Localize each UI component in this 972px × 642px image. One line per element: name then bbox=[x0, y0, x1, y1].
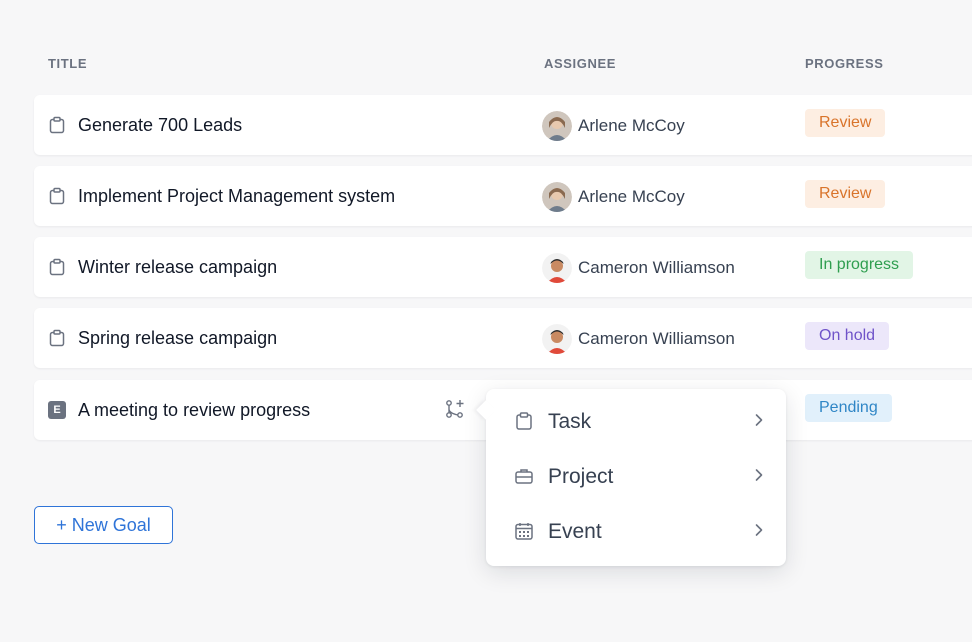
clipboard-icon bbox=[49, 329, 65, 347]
chevron-right-icon bbox=[755, 414, 763, 426]
clipboard-icon bbox=[49, 258, 65, 276]
avatar bbox=[542, 182, 572, 212]
assignee-name: Cameron Williamson bbox=[578, 258, 735, 277]
column-header-title: TITLE bbox=[48, 56, 88, 71]
new-goal-button[interactable]: + New Goal bbox=[34, 506, 173, 544]
goal-title[interactable]: Generate 700 Leads bbox=[78, 115, 242, 136]
assignee[interactable]: Cameron Williamson bbox=[542, 253, 735, 283]
goal-title[interactable]: Winter release campaign bbox=[78, 257, 277, 278]
add-subgoal-icon[interactable] bbox=[444, 398, 466, 420]
status-badge[interactable]: Review bbox=[805, 180, 886, 208]
menu-item-label: Project bbox=[548, 465, 614, 488]
goal-row[interactable]: Spring release campaign Cameron Williams… bbox=[34, 308, 972, 368]
assignee-name: Cameron Williamson bbox=[578, 329, 735, 348]
status-badge[interactable]: Review bbox=[805, 109, 886, 137]
clipboard-icon bbox=[516, 412, 532, 430]
avatar bbox=[542, 324, 572, 354]
status-badge[interactable]: On hold bbox=[805, 322, 890, 350]
goal-title[interactable]: Spring release campaign bbox=[78, 328, 277, 349]
assignee-name: Arlene McCoy bbox=[578, 116, 685, 135]
goal-title[interactable]: Implement Project Management system bbox=[78, 186, 395, 207]
assignee[interactable]: Arlene McCoy bbox=[542, 111, 685, 141]
assignee[interactable]: Cameron Williamson bbox=[542, 324, 735, 354]
menu-item-task[interactable]: Task bbox=[486, 393, 786, 447]
column-header-progress: PROGRESS bbox=[805, 56, 884, 71]
menu-item-label: Task bbox=[548, 410, 592, 433]
clipboard-icon bbox=[49, 116, 65, 134]
calendar-icon bbox=[515, 523, 533, 540]
avatar bbox=[542, 111, 572, 141]
column-header-assignee: ASSIGNEE bbox=[544, 56, 616, 71]
goal-title[interactable]: A meeting to review progress bbox=[78, 400, 310, 421]
briefcase-icon bbox=[515, 469, 533, 484]
clipboard-icon bbox=[49, 187, 65, 205]
menu-item-project[interactable]: Project bbox=[486, 448, 786, 502]
goal-row[interactable]: Implement Project Management system Arle… bbox=[34, 166, 972, 226]
menu-item-event[interactable]: Event bbox=[486, 503, 786, 557]
create-item-menu: Task Project Event bbox=[476, 389, 786, 566]
goal-row[interactable]: Generate 700 Leads Arlene McCoy Review bbox=[34, 95, 972, 155]
status-badge[interactable]: In progress bbox=[805, 251, 914, 279]
assignee[interactable]: Arlene McCoy bbox=[542, 182, 685, 212]
chevron-right-icon bbox=[755, 469, 763, 481]
menu-item-label: Event bbox=[548, 520, 602, 543]
avatar bbox=[542, 253, 572, 283]
chevron-right-icon bbox=[755, 524, 763, 536]
event-badge-icon: E bbox=[48, 401, 66, 419]
assignee-name: Arlene McCoy bbox=[578, 187, 685, 206]
goal-row[interactable]: Winter release campaign Cameron Williams… bbox=[34, 237, 972, 297]
status-badge[interactable]: Pending bbox=[805, 394, 892, 422]
